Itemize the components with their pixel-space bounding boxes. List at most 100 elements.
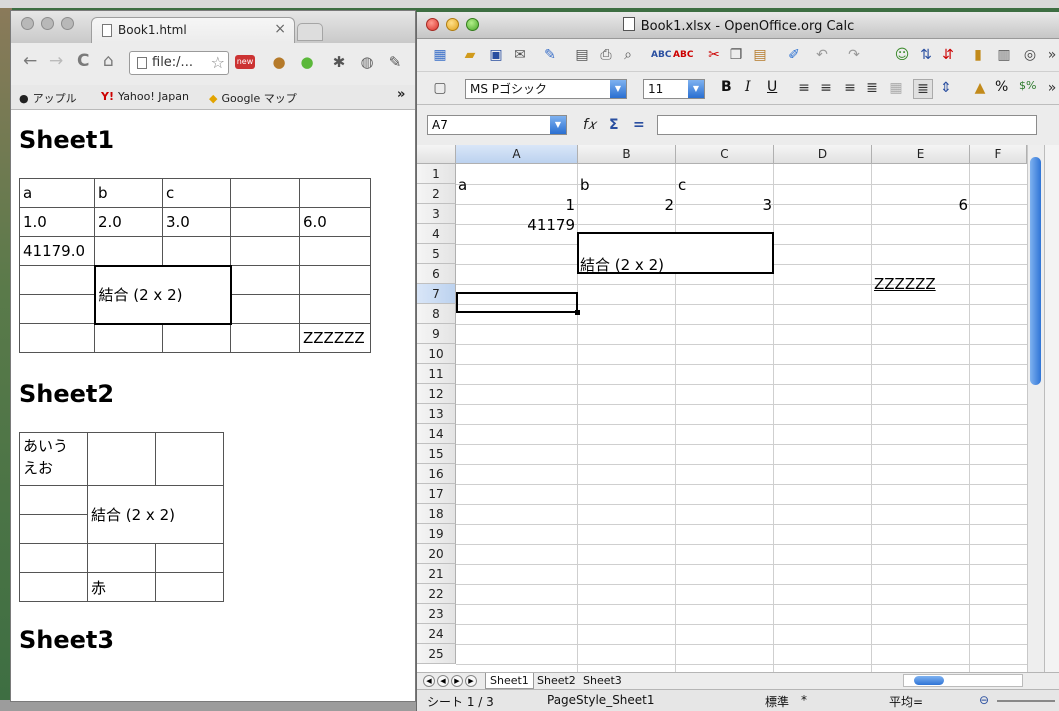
row-header-8[interactable]: 8 [417, 304, 456, 324]
row-header-5[interactable]: 5 [417, 244, 456, 264]
row-header-24[interactable]: 24 [417, 624, 456, 644]
close-tab-icon[interactable]: × [274, 21, 286, 37]
row-header-4[interactable]: 4 [417, 224, 456, 244]
reload-icon[interactable]: C [77, 51, 89, 71]
shield-icon[interactable]: ◍ [357, 52, 377, 72]
function-wizard-icon[interactable]: f𝑥 [583, 117, 596, 133]
cell-a3[interactable]: 41179 [458, 215, 575, 235]
cell-e2[interactable]: 6 [872, 195, 968, 215]
row-header-15[interactable]: 15 [417, 444, 456, 464]
percent-button[interactable]: % [995, 79, 1008, 95]
minimize-window-button[interactable] [41, 17, 54, 30]
export-pdf-icon[interactable]: ▤ [573, 46, 591, 64]
tab-sheet2[interactable]: Sheet2 [533, 673, 580, 688]
row-header-25[interactable]: 25 [417, 644, 456, 664]
cell-b1[interactable]: b [580, 175, 590, 195]
fill-handle[interactable] [575, 310, 580, 315]
row-header-2[interactable]: 2 [417, 184, 456, 204]
italic-button[interactable]: I [745, 79, 751, 95]
cell-b2[interactable]: 2 [578, 195, 674, 215]
new-document-icon[interactable]: ▦ [431, 46, 449, 64]
close-window-button[interactable] [21, 17, 34, 30]
row-header-16[interactable]: 16 [417, 464, 456, 484]
name-box[interactable]: A7 ▼ [427, 115, 567, 135]
wrench-icon[interactable]: ✎ [385, 52, 405, 72]
row-header-1[interactable]: 1 [417, 164, 456, 184]
cell-a1[interactable]: a [458, 175, 467, 195]
vertical-scroll-thumb[interactable] [1030, 157, 1041, 385]
bookmark-star-icon[interactable]: ☆ [211, 53, 225, 72]
hyperlink-icon[interactable]: ☺ [893, 46, 911, 64]
edit-file-icon[interactable]: ✎ [541, 46, 559, 64]
home-icon[interactable]: ⌂ [103, 51, 114, 71]
column-header-b[interactable]: B [578, 145, 676, 164]
copy-icon[interactable]: ❐ [727, 46, 745, 64]
row-header-23[interactable]: 23 [417, 604, 456, 624]
currency-icon[interactable]: ▲ [971, 79, 989, 97]
zoom-window-button[interactable] [61, 17, 74, 30]
column-header-c[interactable]: C [676, 145, 774, 164]
cut-icon[interactable]: ✂ [705, 46, 723, 64]
sort-descending-icon[interactable]: ⇵ [939, 46, 957, 64]
prev-sheet-icon[interactable]: ◀ [437, 675, 449, 687]
tab-sheet3[interactable]: Sheet3 [579, 673, 626, 688]
equals-icon[interactable]: = [633, 117, 645, 133]
autospellcheck-icon[interactable]: ABC [673, 46, 693, 64]
zoom-slider[interactable] [997, 700, 1055, 702]
cookie-icon[interactable]: ● [269, 52, 289, 72]
pivot-icon[interactable]: ▥ [995, 46, 1013, 64]
row-header-6[interactable]: 6 [417, 264, 456, 284]
bookmark-google-maps[interactable]: ◆ Google マップ [209, 90, 297, 106]
horizontal-scroll-thumb[interactable] [914, 676, 944, 685]
row-header-17[interactable]: 17 [417, 484, 456, 504]
underline-button[interactable]: U [767, 79, 777, 95]
last-sheet-icon[interactable]: ▶ [465, 675, 477, 687]
row-header-7[interactable]: 7 [417, 284, 456, 304]
insert-mode[interactable]: 標準 [765, 693, 789, 710]
spellcheck-icon[interactable]: ABC [651, 46, 671, 64]
align-center-icon[interactable]: ≡ [817, 79, 835, 97]
row-header-14[interactable]: 14 [417, 424, 456, 444]
forward-icon[interactable]: → [49, 51, 63, 71]
font-name-select[interactable]: MS Pゴシック ▼ [465, 79, 627, 99]
merge-cells-icon[interactable]: ▦ [887, 79, 905, 97]
active-cell-cursor[interactable] [456, 292, 578, 313]
row-header-21[interactable]: 21 [417, 564, 456, 584]
first-sheet-icon[interactable]: ◀ [423, 675, 435, 687]
styles-icon[interactable]: ▢ [431, 79, 449, 97]
row-header-18[interactable]: 18 [417, 504, 456, 524]
row-header-13[interactable]: 13 [417, 404, 456, 424]
save-icon[interactable]: ▣ [487, 46, 505, 64]
row-header-20[interactable]: 20 [417, 544, 456, 564]
sort-ascending-icon[interactable]: ⇅ [917, 46, 935, 64]
vertical-align-icon[interactable]: ⇕ [937, 79, 955, 97]
align-right-icon[interactable]: ≡ [841, 79, 859, 97]
format-paintbrush-icon[interactable]: ✐ [785, 46, 803, 64]
paste-icon[interactable]: ▤ [751, 46, 769, 64]
row-header-12[interactable]: 12 [417, 384, 456, 404]
undo-icon[interactable]: ↶ [813, 46, 831, 64]
number-format-button[interactable]: $% [1019, 79, 1036, 92]
bookmarks-overflow-icon[interactable]: » [397, 87, 405, 102]
print-preview-icon[interactable]: ⌕ [619, 46, 637, 64]
bookmark-yahoo[interactable]: Y! Yahoo! Japan [101, 90, 189, 103]
formula-input[interactable] [657, 115, 1037, 135]
zoom-out-icon[interactable]: ⊖ [979, 693, 989, 707]
wrap-text-icon[interactable]: ≣ [913, 79, 933, 99]
row-header-10[interactable]: 10 [417, 344, 456, 364]
row-header-9[interactable]: 9 [417, 324, 456, 344]
toolbar-overflow-icon[interactable]: » [1043, 79, 1059, 97]
toolbar-overflow-icon[interactable]: » [1043, 46, 1059, 64]
bug-icon[interactable]: ✱ [329, 52, 349, 72]
row-header-19[interactable]: 19 [417, 524, 456, 544]
back-icon[interactable]: ← [23, 51, 37, 71]
sum-icon[interactable]: Σ [609, 117, 619, 133]
address-bar[interactable]: file:/... ☆ [129, 51, 229, 75]
cell-e6[interactable]: ZZZZZZ [874, 274, 936, 294]
new-tab-button[interactable] [297, 23, 323, 41]
vertical-scrollbar[interactable] [1027, 145, 1044, 672]
browser-tab[interactable]: Book1.html × [91, 17, 295, 43]
corner-select-all[interactable] [417, 145, 456, 164]
font-size-select[interactable]: 11 ▼ [643, 79, 705, 99]
redo-icon[interactable]: ↷ [845, 46, 863, 64]
